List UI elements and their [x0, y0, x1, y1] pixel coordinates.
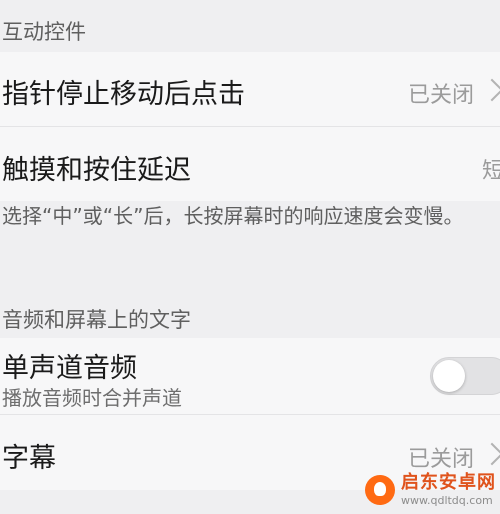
toggle-knob — [433, 360, 465, 392]
settings-row-mono-audio[interactable]: 单声道音频 播放音频时合并声道 — [0, 338, 500, 414]
row-title: 字幕 — [2, 443, 56, 474]
mono-audio-toggle[interactable] — [430, 357, 500, 395]
row-value: 已关闭 — [408, 447, 475, 472]
chevron-right-icon — [480, 442, 500, 466]
settings-row-pointer-click[interactable]: 指针停止移动后点击 已关闭 — [0, 52, 500, 126]
section-header-interaction-controls: 互动控件 — [2, 20, 86, 44]
row-title: 触摸和按住延迟 — [2, 155, 191, 186]
section-header-audio-screen-text: 音频和屏幕上的文字 — [2, 308, 191, 332]
row-title: 单声道音频 — [2, 353, 137, 384]
row-title: 指针停止移动后点击 — [2, 79, 245, 110]
watermark-text: 启东安卓网 www.qdltdq.com — [401, 472, 496, 507]
watermark-url: www.qdltdq.com — [401, 494, 493, 507]
watermark-title: 启东安卓网 — [401, 472, 496, 493]
row-value: 短 — [482, 159, 500, 184]
chevron-right-icon — [480, 78, 500, 102]
row-value: 已关闭 — [408, 83, 475, 108]
row-subtitle: 播放音频时合并声道 — [2, 386, 182, 410]
watermark-logo-icon — [365, 475, 395, 505]
settings-row-touch-hold-delay[interactable]: 触摸和按住延迟 短 — [0, 127, 500, 201]
site-watermark: 启东安卓网 www.qdltdq.com — [365, 470, 496, 510]
touch-delay-note: 选择“中”或“长”后，长按屏幕时的响应速度会变慢。 — [2, 204, 464, 228]
